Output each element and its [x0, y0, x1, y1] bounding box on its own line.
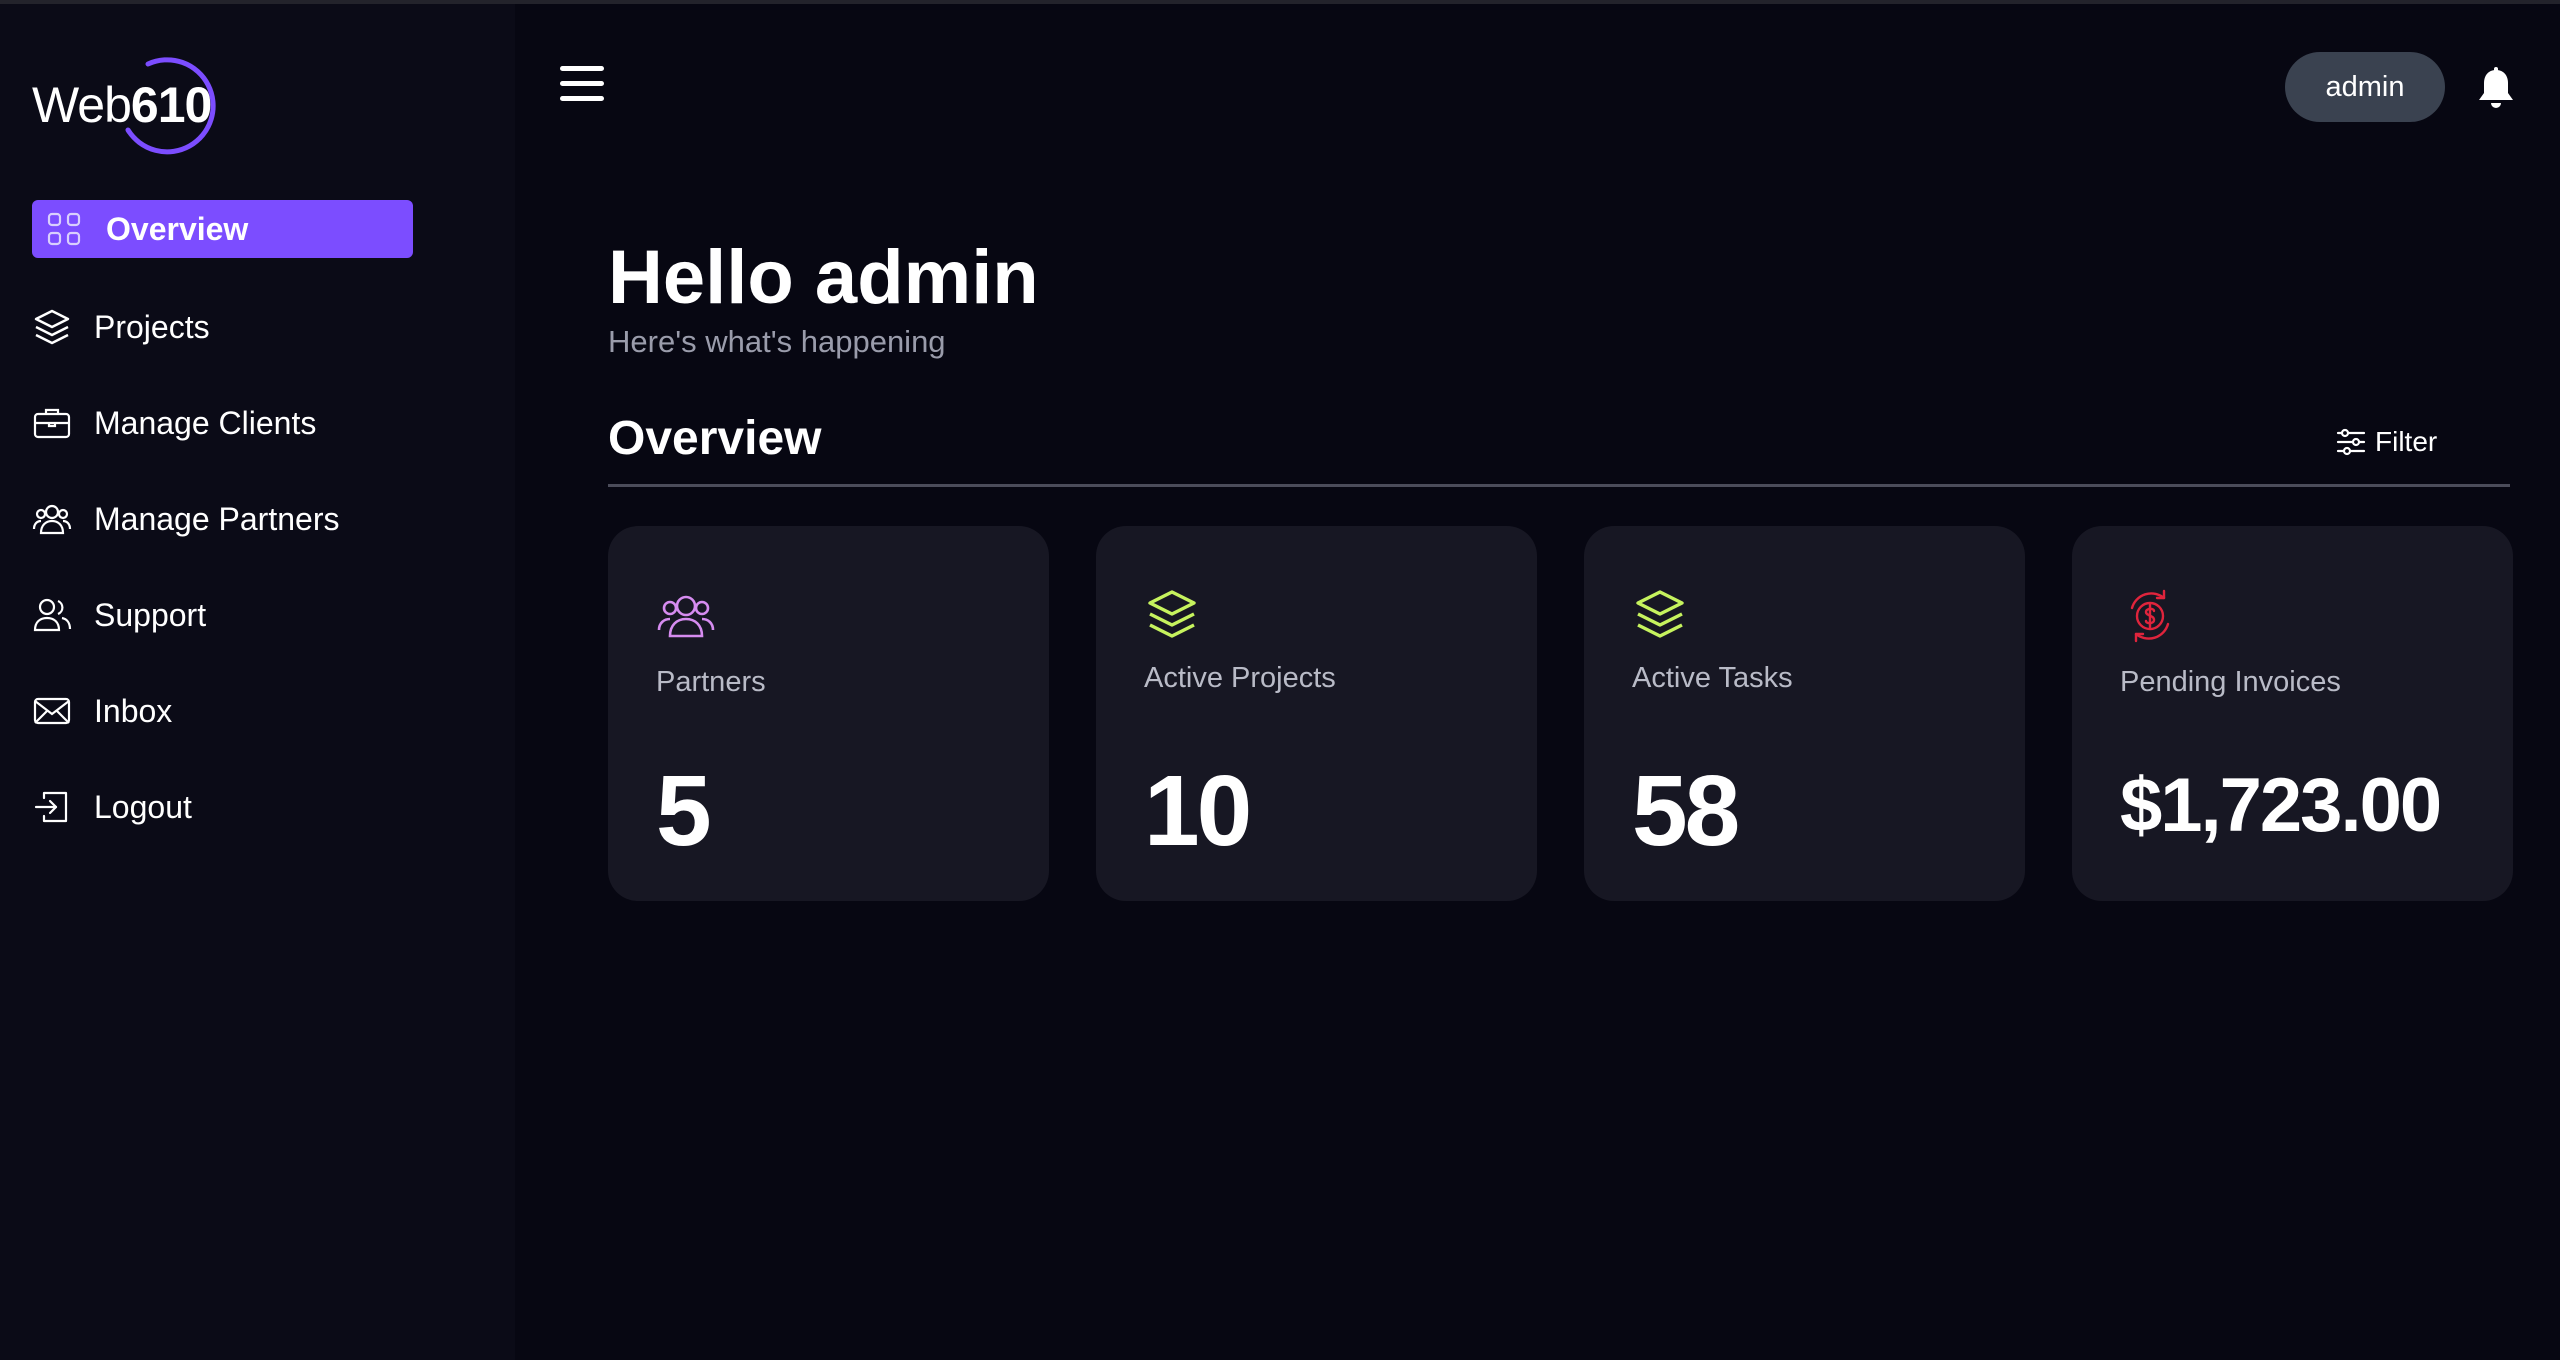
- sidebar-item-label: Overview: [106, 210, 249, 247]
- stat-card-partners[interactable]: Partners 5: [608, 526, 1049, 901]
- stat-card-value: $1,723.00: [2120, 763, 2442, 848]
- stat-card-active-projects[interactable]: Active Projects 10: [1096, 526, 1537, 901]
- sidebar-item-label: Manage Partners: [94, 500, 340, 537]
- users-icon: [657, 595, 715, 638]
- sidebar-item-overview[interactable]: Overview: [32, 200, 413, 258]
- sidebar-item-label: Manage Clients: [94, 404, 317, 441]
- stat-card-label: Active Tasks: [1632, 662, 1793, 694]
- brand-name: Web610: [32, 76, 212, 134]
- stat-card-value: 58: [1632, 755, 1740, 867]
- dollar-cycle-icon: [2130, 589, 2170, 643]
- sidebar-item-manage-partners[interactable]: Manage Partners: [32, 490, 413, 548]
- section-title: Overview: [608, 412, 822, 465]
- filter-label: Filter: [2375, 426, 2438, 457]
- stat-card-pending-invoices[interactable]: Pending Invoices $1,723.00: [2072, 526, 2513, 901]
- sidebar-item-manage-clients[interactable]: Manage Clients: [32, 394, 413, 452]
- layers-icon: [32, 307, 72, 347]
- stat-card-label: Pending Invoices: [2120, 666, 2341, 698]
- main-content: admin Hello admin Here's what's happenin…: [515, 4, 2560, 1360]
- sidebar-item-support[interactable]: Support: [32, 586, 413, 644]
- sidebar-item-projects[interactable]: Projects: [32, 298, 413, 356]
- users-icon: [32, 499, 72, 539]
- brand-name-number: 610: [130, 77, 212, 133]
- briefcase-icon: [32, 403, 72, 443]
- sidebar-item-label: Inbox: [94, 692, 173, 729]
- sidebar-item-label: Logout: [94, 788, 192, 825]
- user-menu-button[interactable]: admin: [2285, 52, 2445, 122]
- brand-logo[interactable]: Web610: [32, 54, 232, 155]
- sidebar-item-logout[interactable]: Logout: [32, 778, 413, 836]
- support-users-icon: [32, 595, 72, 635]
- sidebar-item-inbox[interactable]: Inbox: [32, 682, 413, 740]
- page-subtitle: Here's what's happening: [608, 324, 946, 359]
- hamburger-icon[interactable]: [560, 66, 604, 106]
- grid-icon: [44, 209, 84, 249]
- stat-card-value: 5: [656, 755, 712, 867]
- stat-card-value: 10: [1144, 755, 1252, 867]
- mail-icon: [32, 691, 72, 731]
- logout-icon: [32, 787, 72, 827]
- layers-icon: [1148, 590, 1196, 638]
- sidebar: Web610 Overview Projects Manage Clients …: [0, 4, 515, 1360]
- filter-button[interactable]: Filter: [2335, 422, 2437, 462]
- bell-icon[interactable]: [2475, 66, 2517, 112]
- stat-card-active-tasks[interactable]: Active Tasks 58: [1584, 526, 2025, 901]
- page-title: Hello admin: [608, 235, 1039, 320]
- brand-name-prefix: Web: [32, 77, 132, 133]
- stat-card-label: Active Projects: [1144, 662, 1336, 694]
- sidebar-item-label: Projects: [94, 308, 210, 345]
- section-divider: [608, 484, 2510, 487]
- stat-card-label: Partners: [656, 666, 766, 698]
- filter-sliders-icon: [2336, 428, 2366, 456]
- sidebar-item-label: Support: [94, 596, 207, 633]
- layers-icon: [1636, 590, 1684, 638]
